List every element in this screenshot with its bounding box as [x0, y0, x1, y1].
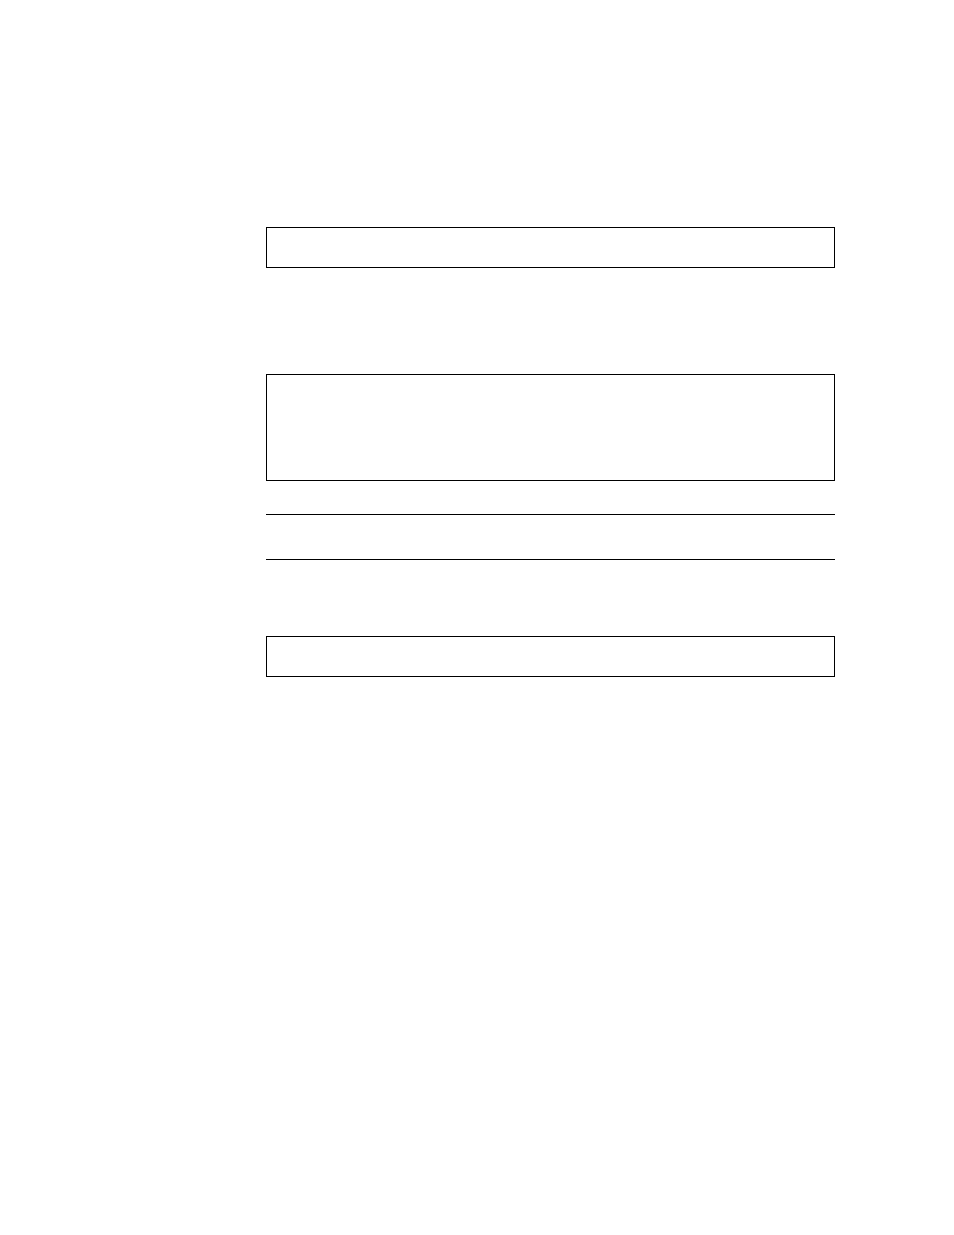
rectangle-box-3 [266, 636, 835, 677]
horizontal-line-2 [266, 559, 835, 560]
rectangle-box-1 [266, 227, 835, 268]
rectangle-box-2 [266, 374, 835, 481]
horizontal-line-1 [266, 514, 835, 515]
